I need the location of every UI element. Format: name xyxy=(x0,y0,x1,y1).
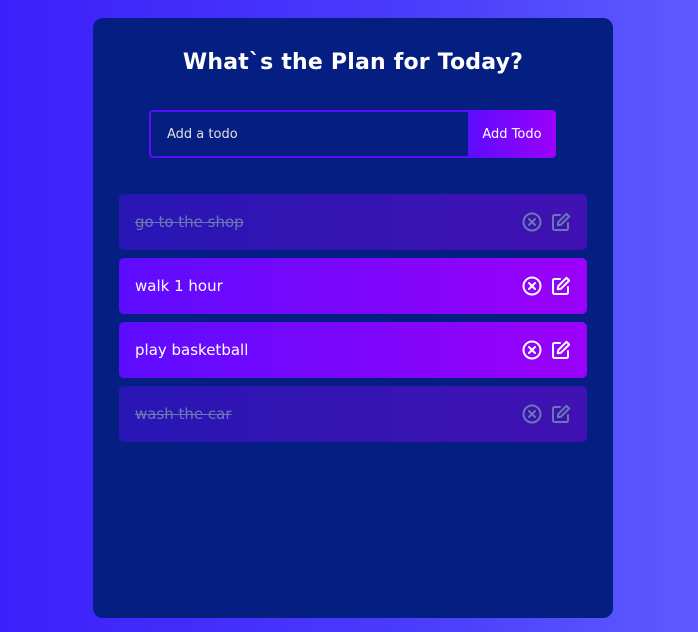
edit-icon[interactable] xyxy=(551,276,571,296)
todo-app-panel: What`s the Plan for Today? Add Todo go t… xyxy=(93,18,613,618)
todo-text[interactable]: walk 1 hour xyxy=(135,277,522,295)
close-circle-icon[interactable] xyxy=(522,340,542,360)
todo-actions xyxy=(522,212,571,232)
add-todo-button[interactable]: Add Todo xyxy=(468,110,556,158)
edit-icon[interactable] xyxy=(551,340,571,360)
todo-row: go to the shop xyxy=(119,194,587,250)
close-circle-icon[interactable] xyxy=(522,212,542,232)
todo-list: go to the shop walk 1 hour play basketba… xyxy=(119,194,587,450)
close-circle-icon[interactable] xyxy=(522,404,542,424)
page-title: What`s the Plan for Today? xyxy=(182,50,524,75)
edit-icon[interactable] xyxy=(551,404,571,424)
todo-row: wash the car xyxy=(119,386,587,442)
todo-input[interactable] xyxy=(149,110,468,158)
todo-actions xyxy=(522,404,571,424)
todo-actions xyxy=(522,276,571,296)
todo-text[interactable]: go to the shop xyxy=(135,213,522,231)
todo-row: play basketball xyxy=(119,322,587,378)
edit-icon[interactable] xyxy=(551,212,571,232)
close-circle-icon[interactable] xyxy=(522,276,542,296)
todo-row: walk 1 hour xyxy=(119,258,587,314)
todo-actions xyxy=(522,340,571,360)
todo-text[interactable]: wash the car xyxy=(135,405,522,423)
todo-form: Add Todo xyxy=(149,110,556,158)
todo-text[interactable]: play basketball xyxy=(135,341,522,359)
